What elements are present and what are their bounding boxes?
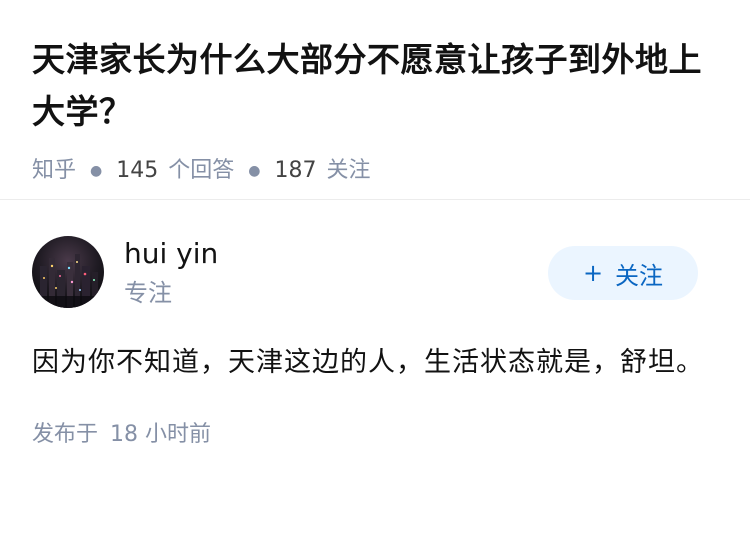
author-row: hui yin 专注 + 关注 [32,200,718,330]
published-time: 18 小时前 [110,422,212,447]
avatar-icon [32,236,104,308]
follow-button[interactable]: + 关注 [548,246,698,300]
author-name[interactable]: hui yin [124,236,218,272]
answer-count-label[interactable]: 个回答 [168,156,234,186]
answer-count: 145 [116,158,159,183]
follow-button-label: 关注 [615,261,664,290]
question-title[interactable]: 天津家长为什么大部分不愿意让孩子到外地上大学？ [32,34,718,138]
follow-count: 187 [274,158,317,183]
author-subtitle: 专注 [124,279,172,307]
plus-icon: + [582,259,604,287]
source-label[interactable]: 知乎 [32,156,76,186]
separator-dot: ● [90,163,103,179]
follow-count-label: 关注 [326,158,371,183]
separator-dot: ● [248,163,261,179]
question-meta: 知乎 ● 145 个回答 ● 187 关注 [32,156,718,186]
answer-footer: 发布于 18 小时前 [32,420,718,450]
published-label: 发布于 [32,422,99,447]
answer-content[interactable]: 因为你不知道，天津这边的人，生活状态就是，舒坦。 [32,338,718,388]
answer-card: hui yin 专注 + 关注 因为你不知道，天津这边的人，生活状态就是，舒坦。… [0,200,750,450]
question-header: 天津家长为什么大部分不愿意让孩子到外地上大学？ 知乎 ● 145 个回答 ● 1… [0,0,750,200]
avatar[interactable] [32,236,104,308]
